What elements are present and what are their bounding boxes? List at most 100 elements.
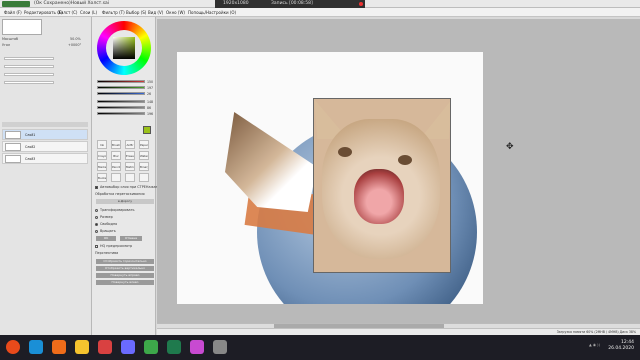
app-icon[interactable] — [190, 340, 204, 354]
layer-name: Слой1 — [25, 133, 36, 137]
tool-tool-button[interactable] — [111, 173, 121, 182]
menu-bar: Файл (F) Редактировать (E) Холст (C) Сло… — [0, 8, 640, 23]
tool-pencil-button[interactable]: Pencil — [111, 162, 121, 171]
primary-color-swatch[interactable] — [143, 126, 151, 134]
tool-tool-button[interactable] — [139, 173, 149, 182]
cancel-button[interactable]: Отмена — [120, 236, 142, 241]
app-logo — [2, 1, 30, 7]
hq-preview-option[interactable]: HQ предпросмотр — [95, 244, 132, 248]
clock-date: 26.04.2020 — [608, 346, 634, 351]
menu-filter[interactable]: Фильтр (T) — [102, 10, 125, 15]
layer-thumbnail — [5, 143, 21, 151]
opacity-field[interactable] — [4, 65, 54, 68]
color-slider[interactable] — [97, 92, 145, 95]
rotate-radio[interactable]: Вращать — [95, 229, 116, 233]
zoom-value[interactable]: 50.0% — [70, 37, 81, 41]
color-slider[interactable] — [97, 106, 145, 109]
tool-paper-button[interactable]: Paper — [139, 140, 149, 149]
status-bar: Загрузка памяти 60% (2MHB / 4MHB) Диск 3… — [157, 328, 640, 335]
tool-brush-button[interactable]: Brush — [111, 140, 121, 149]
tool-blur-button[interactable]: Blur — [111, 151, 121, 160]
navigator-thumbnail[interactable] — [2, 19, 42, 35]
yandex-icon[interactable] — [98, 340, 112, 354]
tool-bucket-button[interactable]: Bucket — [97, 173, 107, 182]
browser-icon[interactable] — [29, 340, 43, 354]
saturation-value-square[interactable] — [113, 37, 135, 59]
layer-row[interactable]: Слой3 — [2, 153, 88, 164]
window-title: (Ок Сохранено)Новый Холст.sai — [34, 1, 110, 6]
auto-select-option[interactable]: Автовыбор слоя при СТРЕНажатии — [95, 185, 162, 189]
layer-row[interactable]: Слой1 — [2, 129, 88, 140]
slider-value: 86 — [147, 106, 152, 110]
tool-ink-button[interactable]: Ink — [97, 140, 107, 149]
layer-thumbnail — [5, 155, 21, 163]
taskbar-clock[interactable]: 12:44 26.04.2020 — [608, 340, 634, 352]
radio[interactable] — [95, 215, 98, 219]
flip-vertical-button[interactable]: Отобразить вертикально — [96, 266, 154, 271]
angle-label: Угол — [2, 43, 11, 47]
title-bar: (Ок Сохранено)Новый Холст.sai 1920x1080 … — [0, 0, 640, 8]
tool-binary-button[interactable]: Binary — [139, 162, 149, 171]
taskbar: ▲ ◉ )) 12:44 26.04.2020 — [0, 335, 640, 360]
menu-canvas[interactable]: Холст (C) — [58, 10, 77, 15]
ok-button[interactable]: OK — [96, 236, 116, 241]
slider-value: 197 — [147, 86, 154, 90]
menu-view[interactable]: Вид (V) — [148, 10, 163, 15]
tool-tool-button[interactable] — [125, 173, 135, 182]
size-radio[interactable]: Размер — [95, 215, 113, 219]
flip-horizontal-button[interactable]: Отобразить горизонтально — [96, 259, 154, 264]
cat-eye — [398, 155, 412, 165]
rotate-left-button[interactable]: Повернуть влево — [96, 280, 154, 285]
folder-icon[interactable] — [75, 340, 89, 354]
tool-airbrush-button[interactable]: AirBr — [125, 140, 135, 149]
image-transform-label: Обработка перетаскивания — [95, 192, 145, 196]
free-radio[interactable]: Свободно — [95, 222, 117, 226]
zoom-label: Масштаб — [2, 37, 19, 41]
color-slider[interactable] — [97, 100, 145, 103]
menu-settings[interactable]: Попощь/Настройки (O) — [188, 10, 236, 15]
start-icon[interactable] — [6, 340, 20, 354]
drag-button[interactable]: в.Дорогу — [96, 199, 154, 204]
layer-row[interactable]: Слой2 — [2, 141, 88, 152]
cat-mouth — [354, 169, 404, 224]
color-slider[interactable] — [97, 80, 145, 83]
checkbox[interactable] — [95, 244, 98, 248]
tool-marker-button[interactable]: Marker — [97, 162, 107, 171]
firefox-icon[interactable] — [52, 340, 66, 354]
sai-icon[interactable] — [167, 340, 181, 354]
move-cursor-icon: ✥ — [506, 142, 514, 152]
radio[interactable] — [95, 229, 98, 233]
color-slider[interactable] — [97, 86, 145, 89]
slider-value: 148 — [147, 100, 154, 104]
layer-name: Слой2 — [25, 145, 36, 149]
tool-eraser-button[interactable]: Eraser — [125, 151, 135, 160]
tool-crayon-button[interactable]: Crayon — [97, 151, 107, 160]
app-icon[interactable] — [213, 340, 227, 354]
recorder-bar[interactable]: 1920x1080 Запись [00:08:58] — [215, 0, 365, 8]
tool-matrix-button[interactable]: Matrix — [125, 162, 135, 171]
transform-radio[interactable]: Трансформировать — [95, 208, 135, 212]
menu-select[interactable]: Выбор (S) — [126, 10, 146, 15]
app-icon[interactable] — [144, 340, 158, 354]
record-icon[interactable] — [359, 2, 363, 6]
color-slider[interactable] — [97, 112, 145, 115]
checkbox[interactable] — [95, 185, 98, 189]
menu-layers[interactable]: Слои (L) — [80, 10, 97, 15]
transform-selection[interactable] — [313, 98, 451, 273]
rotate-right-button[interactable]: Повернуть вправо — [96, 273, 154, 278]
radio[interactable] — [95, 222, 98, 226]
option-field[interactable] — [4, 81, 54, 84]
tool-water-button[interactable]: Water — [139, 151, 149, 160]
cat-photo-layer — [225, 112, 317, 212]
system-tray[interactable]: ▲ ◉ )) — [589, 343, 600, 347]
option-field[interactable] — [4, 73, 54, 76]
app-icon[interactable] — [121, 340, 135, 354]
menu-file[interactable]: Файл (F) — [4, 10, 22, 15]
radio[interactable] — [95, 208, 98, 212]
menu-window[interactable]: Окно (W) — [166, 10, 185, 15]
recorder-status: Запись [00:08:58] — [271, 1, 313, 6]
blend-mode-field[interactable] — [4, 57, 54, 60]
angle-value[interactable]: +0000° — [68, 43, 81, 47]
slider-value: 196 — [147, 112, 154, 116]
color-wheel[interactable] — [97, 21, 151, 75]
